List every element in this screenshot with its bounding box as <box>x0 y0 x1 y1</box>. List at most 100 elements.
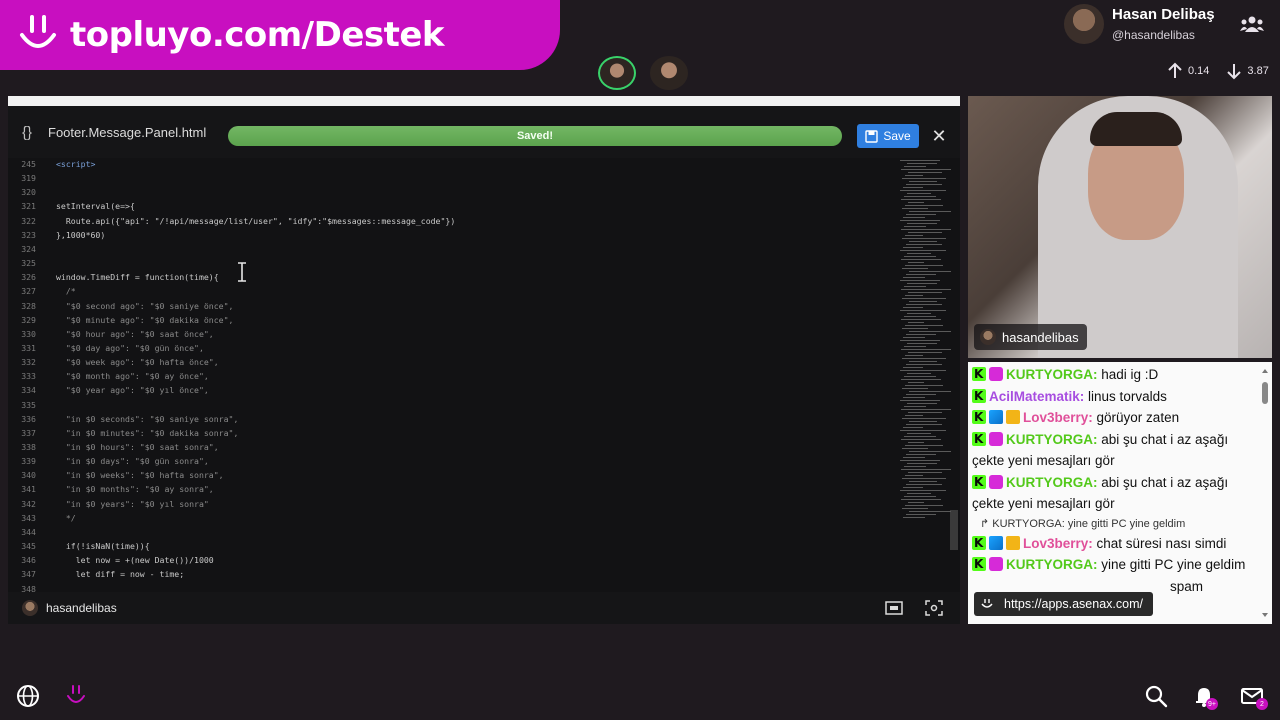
code-text: },1000*60) <box>56 229 106 240</box>
chat-text: spam <box>1170 578 1204 594</box>
code-line[interactable]: 340 "in $0 weeks": "$0 hafta sonra", <box>8 468 890 482</box>
code-line[interactable]: 330 "$0 hour ago": "$0 saat önce", <box>8 327 890 341</box>
code-line[interactable]: 344 <box>8 525 890 539</box>
minimap-line <box>901 259 941 260</box>
search-icon[interactable] <box>1144 684 1168 708</box>
code-line[interactable]: 329 "$0 minute ago": "$0 dakika önce", <box>8 313 890 327</box>
code-line[interactable]: 333 "$0 month ago": "$0 ay önce", <box>8 369 890 383</box>
code-line[interactable]: 336 "in $0 seconds": "$0 saniye sonra", <box>8 412 890 426</box>
minimap-line <box>903 307 923 308</box>
code-line[interactable]: 325 <box>8 256 890 270</box>
minimap-line <box>909 391 951 392</box>
avatar[interactable] <box>598 56 636 90</box>
chat-username[interactable]: AcilMatematik <box>989 389 1080 404</box>
scroll-down-icon[interactable] <box>1260 610 1270 620</box>
chat-message[interactable]: KURTYORGA: hadi ig :D <box>972 364 1256 386</box>
code-line[interactable]: 328 "$0 second ago": "$0 saniye önce", <box>8 299 890 313</box>
topluyo-home-icon[interactable] <box>64 684 88 708</box>
globe-icon[interactable] <box>16 684 40 708</box>
chat-scrollbar[interactable] <box>1260 366 1270 620</box>
sub-badge-icon <box>989 367 1003 381</box>
code-minimap[interactable] <box>894 158 960 592</box>
minimap-line <box>900 340 940 341</box>
code-line[interactable]: 332 "$0 week ago": "$0 hafta önce", <box>8 355 890 369</box>
chat-text: görüyor zaten <box>1096 410 1180 425</box>
chat-username[interactable]: Lov3berry <box>1023 410 1088 425</box>
line-number: 338 <box>21 442 36 452</box>
code-text: setInterval(e=>{ <box>56 201 135 212</box>
code-line[interactable]: 319 <box>8 171 890 185</box>
minimap-line <box>903 367 923 368</box>
chat-username[interactable]: KURTYORGA <box>1006 557 1093 572</box>
chat-username[interactable]: KURTYORGA <box>1006 475 1093 490</box>
code-line[interactable]: 323},1000*60) <box>8 228 890 242</box>
code-text: Route.api({"api": "/!api/message/list/us… <box>56 215 456 226</box>
link-tooltip[interactable]: https://apps.asenax.com/ <box>974 592 1153 616</box>
chat-reply: ↱ KURTYORGA: yine gitti PC yine geldim <box>980 517 1186 530</box>
floppy-icon <box>865 129 879 143</box>
code-line[interactable]: 326 window.TimeDiff = function(time){ <box>8 270 890 284</box>
code-line[interactable]: 347 let diff = now - time; <box>8 567 890 581</box>
code-line[interactable]: 342 "in $0 years": "$0 yıl sonra" <box>8 497 890 511</box>
code-line[interactable]: 341 "in $0 months": "$0 ay sonra", <box>8 482 890 496</box>
code-line[interactable]: 338 "in $0 hours": "$0 saat sonra", <box>8 440 890 454</box>
code-line[interactable]: 320 <box>8 185 890 199</box>
line-number: 342 <box>21 498 36 509</box>
chat-username[interactable]: KURTYORGA <box>1006 367 1093 382</box>
code-line[interactable]: 245 <script> <box>8 158 890 171</box>
minimap-scrollbar[interactable] <box>950 510 958 550</box>
chat-username[interactable]: Lov3berry <box>1023 536 1088 551</box>
minimap-line <box>900 160 940 161</box>
code-text: let now = +(new Date())/1000 <box>56 555 214 566</box>
close-icon[interactable]: ✕ <box>929 124 949 148</box>
minimap-line <box>906 184 942 185</box>
save-button[interactable]: Save <box>857 124 919 148</box>
chat-message[interactable]: KURTYORGA: yine gitti PC yine geldim <box>972 554 1256 576</box>
code-line[interactable]: 348 <box>8 582 890 593</box>
chat-username[interactable]: KURTYORGA <box>1006 432 1093 447</box>
kick-badge-icon <box>972 364 986 386</box>
code-line[interactable]: 321 setInterval(e=>{ <box>8 199 890 213</box>
minimap-line <box>909 331 951 332</box>
chat-message[interactable]: KURTYORGA: abi şu chat i az aşağı çekte … <box>972 472 1256 515</box>
minimap-line <box>909 511 951 512</box>
code-line[interactable]: 335 <box>8 398 890 412</box>
minimap-line <box>905 295 923 296</box>
minimap-line <box>908 352 942 353</box>
line-number: 345 <box>21 541 36 552</box>
code-line[interactable]: 346 let now = +(new Date())/1000 <box>8 553 890 567</box>
minimap-line <box>906 274 936 275</box>
picture-in-picture-icon[interactable] <box>885 600 903 616</box>
kick-badge-icon <box>972 386 986 407</box>
code-line[interactable]: 337 "in $0 minutes": "$0 dakika sonra", <box>8 426 890 440</box>
fullscreen-icon[interactable] <box>925 600 943 616</box>
code-line[interactable]: 322 Route.api({"api": "/!api/message/lis… <box>8 214 890 228</box>
code-line[interactable]: 343 */ <box>8 511 890 525</box>
code-line[interactable]: 334 "$0 year ago": "$0 yıl önce", <box>8 383 890 397</box>
chat-message[interactable]: Lov3berry: görüyor zaten <box>972 407 1256 429</box>
network-stats: 0.14 3.87 <box>1166 62 1269 80</box>
code-area[interactable]: 245 <script> 319 320 321 setInterval(e=>{322 … <box>8 158 890 592</box>
line-number: 339 <box>21 456 36 467</box>
footer-username: hasandelibas <box>46 601 117 615</box>
minimap-line <box>905 235 923 236</box>
code-line[interactable]: 327 /* <box>8 284 890 298</box>
line-number: 329 <box>21 314 36 325</box>
avatar[interactable] <box>650 56 688 90</box>
minimap-line <box>907 343 937 344</box>
code-line[interactable]: 324 <box>8 242 890 256</box>
kick-badge-icon <box>972 554 986 576</box>
chat-message[interactable]: Lov3berry: chat süresi nası simdi <box>972 533 1256 554</box>
scroll-up-icon[interactable] <box>1260 366 1270 376</box>
chat-message[interactable]: KURTYORGA: abi şu chat i az aşağı çekte … <box>972 429 1256 472</box>
minimap-line <box>900 490 946 491</box>
code-line[interactable]: 339 "in $0 days": "$0 gün sonra", <box>8 454 890 468</box>
users-icon[interactable] <box>1240 14 1264 34</box>
code-line[interactable]: 331 "$0 day ago": "$0 gün önce", <box>8 341 890 355</box>
code-line[interactable]: 345 if(!isNaN(time)){ <box>8 539 890 553</box>
chat-scroll-thumb[interactable] <box>1262 382 1268 404</box>
minimap-line <box>905 175 923 176</box>
chat-message[interactable]: AcilMatematik: linus torvalds <box>972 386 1256 407</box>
code-text: if(!isNaN(time)){ <box>56 541 150 552</box>
chat-panel[interactable]: KURTYORGA: hadi ig :DAcilMatematik: linu… <box>968 362 1272 624</box>
